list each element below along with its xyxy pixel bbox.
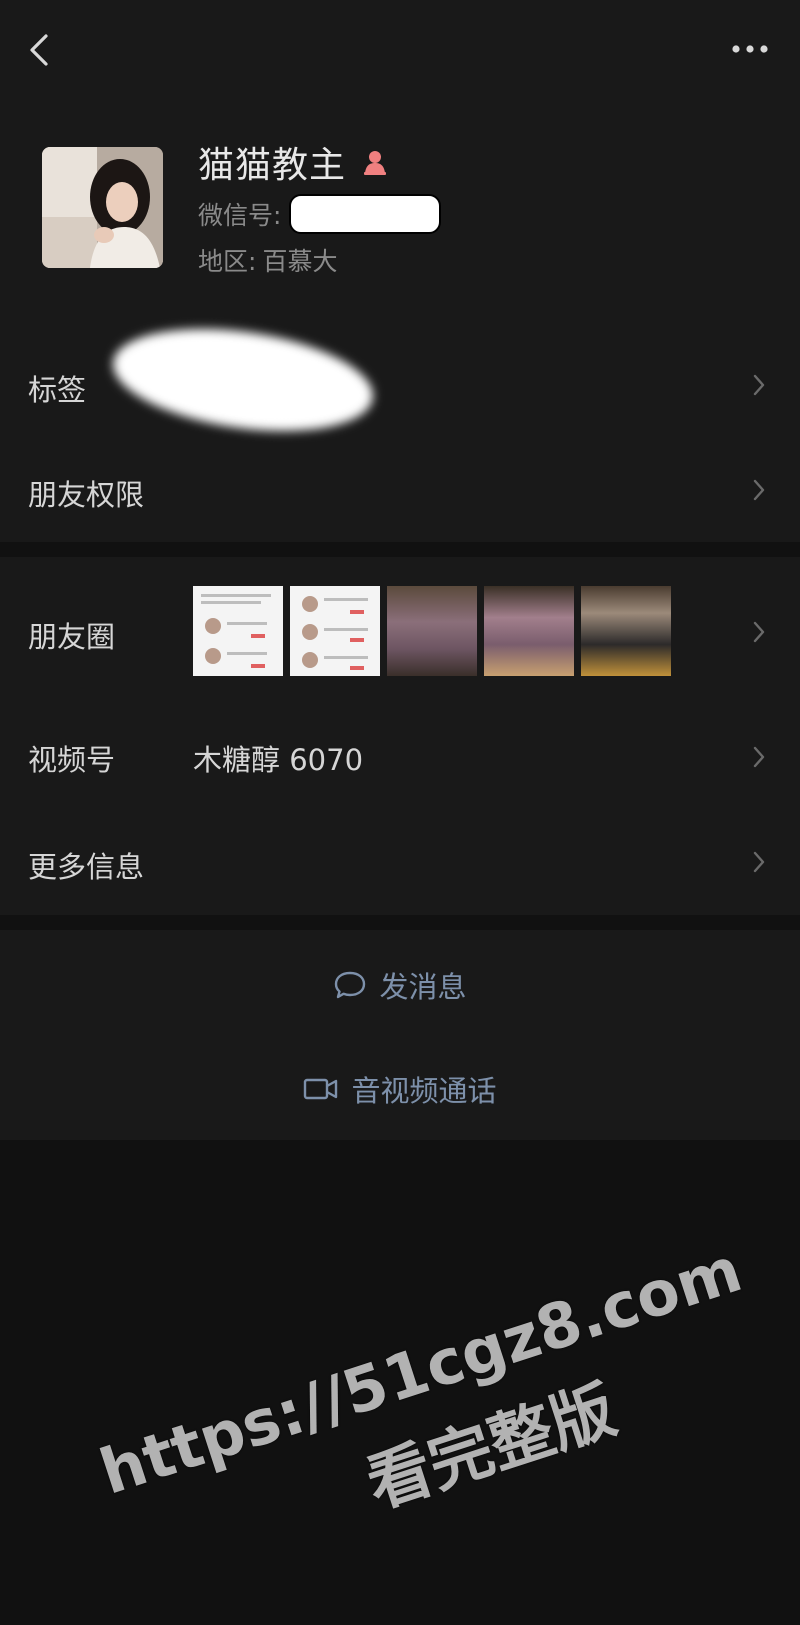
tags-label: 标签 [28,373,87,407]
chat-bubble-icon [335,971,366,999]
channels-label: 视频号 [28,743,116,777]
region-value: 百慕大 [262,247,338,276]
contact-profile-page: 猫猫教主 微信号: 地区: 百慕大 标签 朋友权限 朋友圈 视频号 木糖醇 60… [0,0,800,1625]
wechat-id-redaction [289,194,442,234]
moments-thumbnail [581,586,671,676]
wechat-id-label: 微信号: [198,201,282,230]
avatar-image [42,147,163,268]
chevron-right-icon [753,746,765,768]
top-bar [0,0,800,100]
more-info-label: 更多信息 [28,850,145,884]
chevron-right-icon [753,851,765,873]
more-info-row[interactable]: 更多信息 [0,812,800,912]
moments-label: 朋友圈 [28,620,116,654]
friend-permissions-label: 朋友权限 [28,478,145,512]
moments-thumbnail [387,586,477,676]
friend-permissions-row[interactable]: 朋友权限 [0,440,800,540]
nickname: 猫猫教主 [198,145,347,186]
chevron-right-icon [753,621,765,643]
video-camera-icon [304,1078,338,1100]
more-options-button[interactable] [726,34,774,64]
profile-header: 猫猫教主 微信号: 地区: 百慕大 [0,100,800,300]
more-dots-icon [732,45,768,53]
back-button[interactable] [22,28,62,72]
region-row: 地区: 百慕大 [198,240,337,280]
avatar[interactable] [42,147,163,268]
chevron-left-icon [30,34,48,66]
watermark: https://51cgz8.com 看完整版 [57,1137,758,1620]
moments-thumbnails[interactable] [193,586,671,676]
moments-thumbnail [290,586,380,676]
chevron-right-icon [753,374,765,396]
video-call-label: 音视频通话 [351,1074,497,1108]
send-message-label: 发消息 [379,970,467,1004]
nickname-row: 猫猫教主 [198,138,390,186]
video-call-button[interactable]: 音视频通话 [0,1039,800,1139]
female-icon [364,151,387,175]
moments-thumbnail [193,586,283,676]
channels-value: 木糖醇 6070 [193,743,364,777]
region-label: 地区: [198,247,257,276]
channels-row[interactable]: 视频号 木糖醇 6070 [0,705,800,807]
moments-thumbnail [484,586,574,676]
send-message-button[interactable]: 发消息 [0,935,800,1035]
wechat-id-row: 微信号: [198,194,442,234]
chevron-right-icon [753,479,765,501]
